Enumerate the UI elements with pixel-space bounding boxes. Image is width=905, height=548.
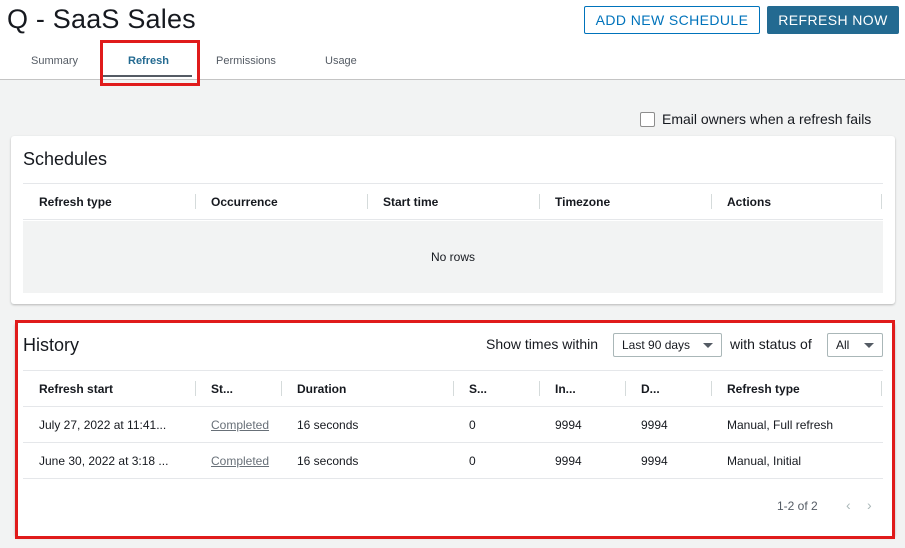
caret-down-icon [703, 343, 713, 348]
history-panel: History Show times within Last 90 days w… [15, 322, 895, 537]
no-rows-text: No rows [430, 250, 475, 264]
column-header-dataset-rows[interactable]: D... [625, 371, 711, 407]
column-header-actions[interactable]: Actions [711, 184, 883, 220]
schedules-empty-state: No rows [23, 221, 883, 293]
email-owners-checkbox[interactable] [640, 111, 655, 127]
schedules-title: Schedules [23, 149, 108, 169]
duration-cell: 16 seconds [297, 417, 359, 432]
column-header-start-time[interactable]: Start time [367, 184, 539, 220]
table-row: June 30, 2022 at 3:18 ... Completed 16 s… [23, 443, 883, 479]
status-select[interactable]: All [827, 333, 883, 357]
column-header-skipped[interactable]: S... [453, 371, 539, 407]
column-header-refresh-type[interactable]: Refresh type [23, 184, 195, 220]
chevron-left-icon[interactable]: ‹ [846, 497, 851, 513]
show-times-label: Show times within [486, 336, 599, 352]
refresh-type-cell: Manual, Initial [727, 453, 802, 468]
skipped-cell: 0 [469, 417, 476, 432]
history-title: History [23, 335, 80, 355]
duration-cell: 16 seconds [297, 453, 359, 468]
dataset-rows-cell: 9994 [641, 417, 668, 432]
ingested-cell: 9994 [555, 453, 582, 468]
schedules-panel: Schedules Refresh type Occurrence Start … [11, 136, 895, 304]
time-range-value: Last 90 days [622, 338, 691, 352]
column-header-refresh-start[interactable]: Refresh start [23, 371, 195, 407]
add-new-schedule-button[interactable]: ADD NEW SCHEDULE [584, 6, 760, 34]
column-header-occurrence[interactable]: Occurrence [195, 184, 367, 220]
tab-refresh[interactable]: Refresh [128, 55, 169, 67]
refresh-type-cell: Manual, Full refresh [727, 417, 834, 432]
email-owners-label: Email owners when a refresh fails [662, 111, 872, 127]
table-row: July 27, 2022 at 11:41... Completed 16 s… [23, 407, 883, 443]
history-table-header: Refresh start St... Duration S... In... … [23, 370, 883, 407]
column-header-status[interactable]: St... [195, 371, 281, 407]
tab-permissions[interactable]: Permissions [216, 55, 276, 67]
column-divider[interactable] [881, 194, 882, 209]
status-filter-label: with status of [730, 336, 812, 352]
column-header-timezone[interactable]: Timezone [539, 184, 711, 220]
dataset-rows-cell: 9994 [641, 453, 668, 468]
refresh-start-cell: July 27, 2022 at 11:41... [39, 417, 167, 432]
ingested-cell: 9994 [555, 417, 582, 432]
status-link[interactable]: Completed [211, 418, 269, 432]
top-bar: Q - SaaS Sales ADD NEW SCHEDULE REFRESH … [0, 0, 905, 80]
tab-usage[interactable]: Usage [325, 55, 357, 67]
time-range-select[interactable]: Last 90 days [613, 333, 722, 357]
skipped-cell: 0 [469, 453, 476, 468]
column-header-duration[interactable]: Duration [281, 371, 453, 407]
pagination-count: 1-2 of 2 [777, 499, 818, 513]
column-header-ingested[interactable]: In... [539, 371, 625, 407]
chevron-right-icon[interactable]: › [867, 497, 872, 513]
column-header-refresh-type[interactable]: Refresh type [711, 371, 883, 407]
refresh-start-cell: June 30, 2022 at 3:18 ... [39, 453, 169, 468]
schedules-table-header: Refresh type Occurrence Start time Timez… [23, 183, 883, 220]
refresh-now-button[interactable]: REFRESH NOW [767, 6, 899, 34]
status-value: All [836, 338, 850, 352]
column-divider[interactable] [881, 381, 882, 396]
page-title: Q - SaaS Sales [7, 4, 196, 34]
tab-summary[interactable]: Summary [31, 55, 78, 67]
active-tab-indicator [103, 75, 192, 77]
status-link[interactable]: Completed [211, 454, 269, 468]
email-owners-option[interactable]: Email owners when a refresh fails [640, 111, 871, 127]
caret-down-icon [864, 343, 874, 348]
